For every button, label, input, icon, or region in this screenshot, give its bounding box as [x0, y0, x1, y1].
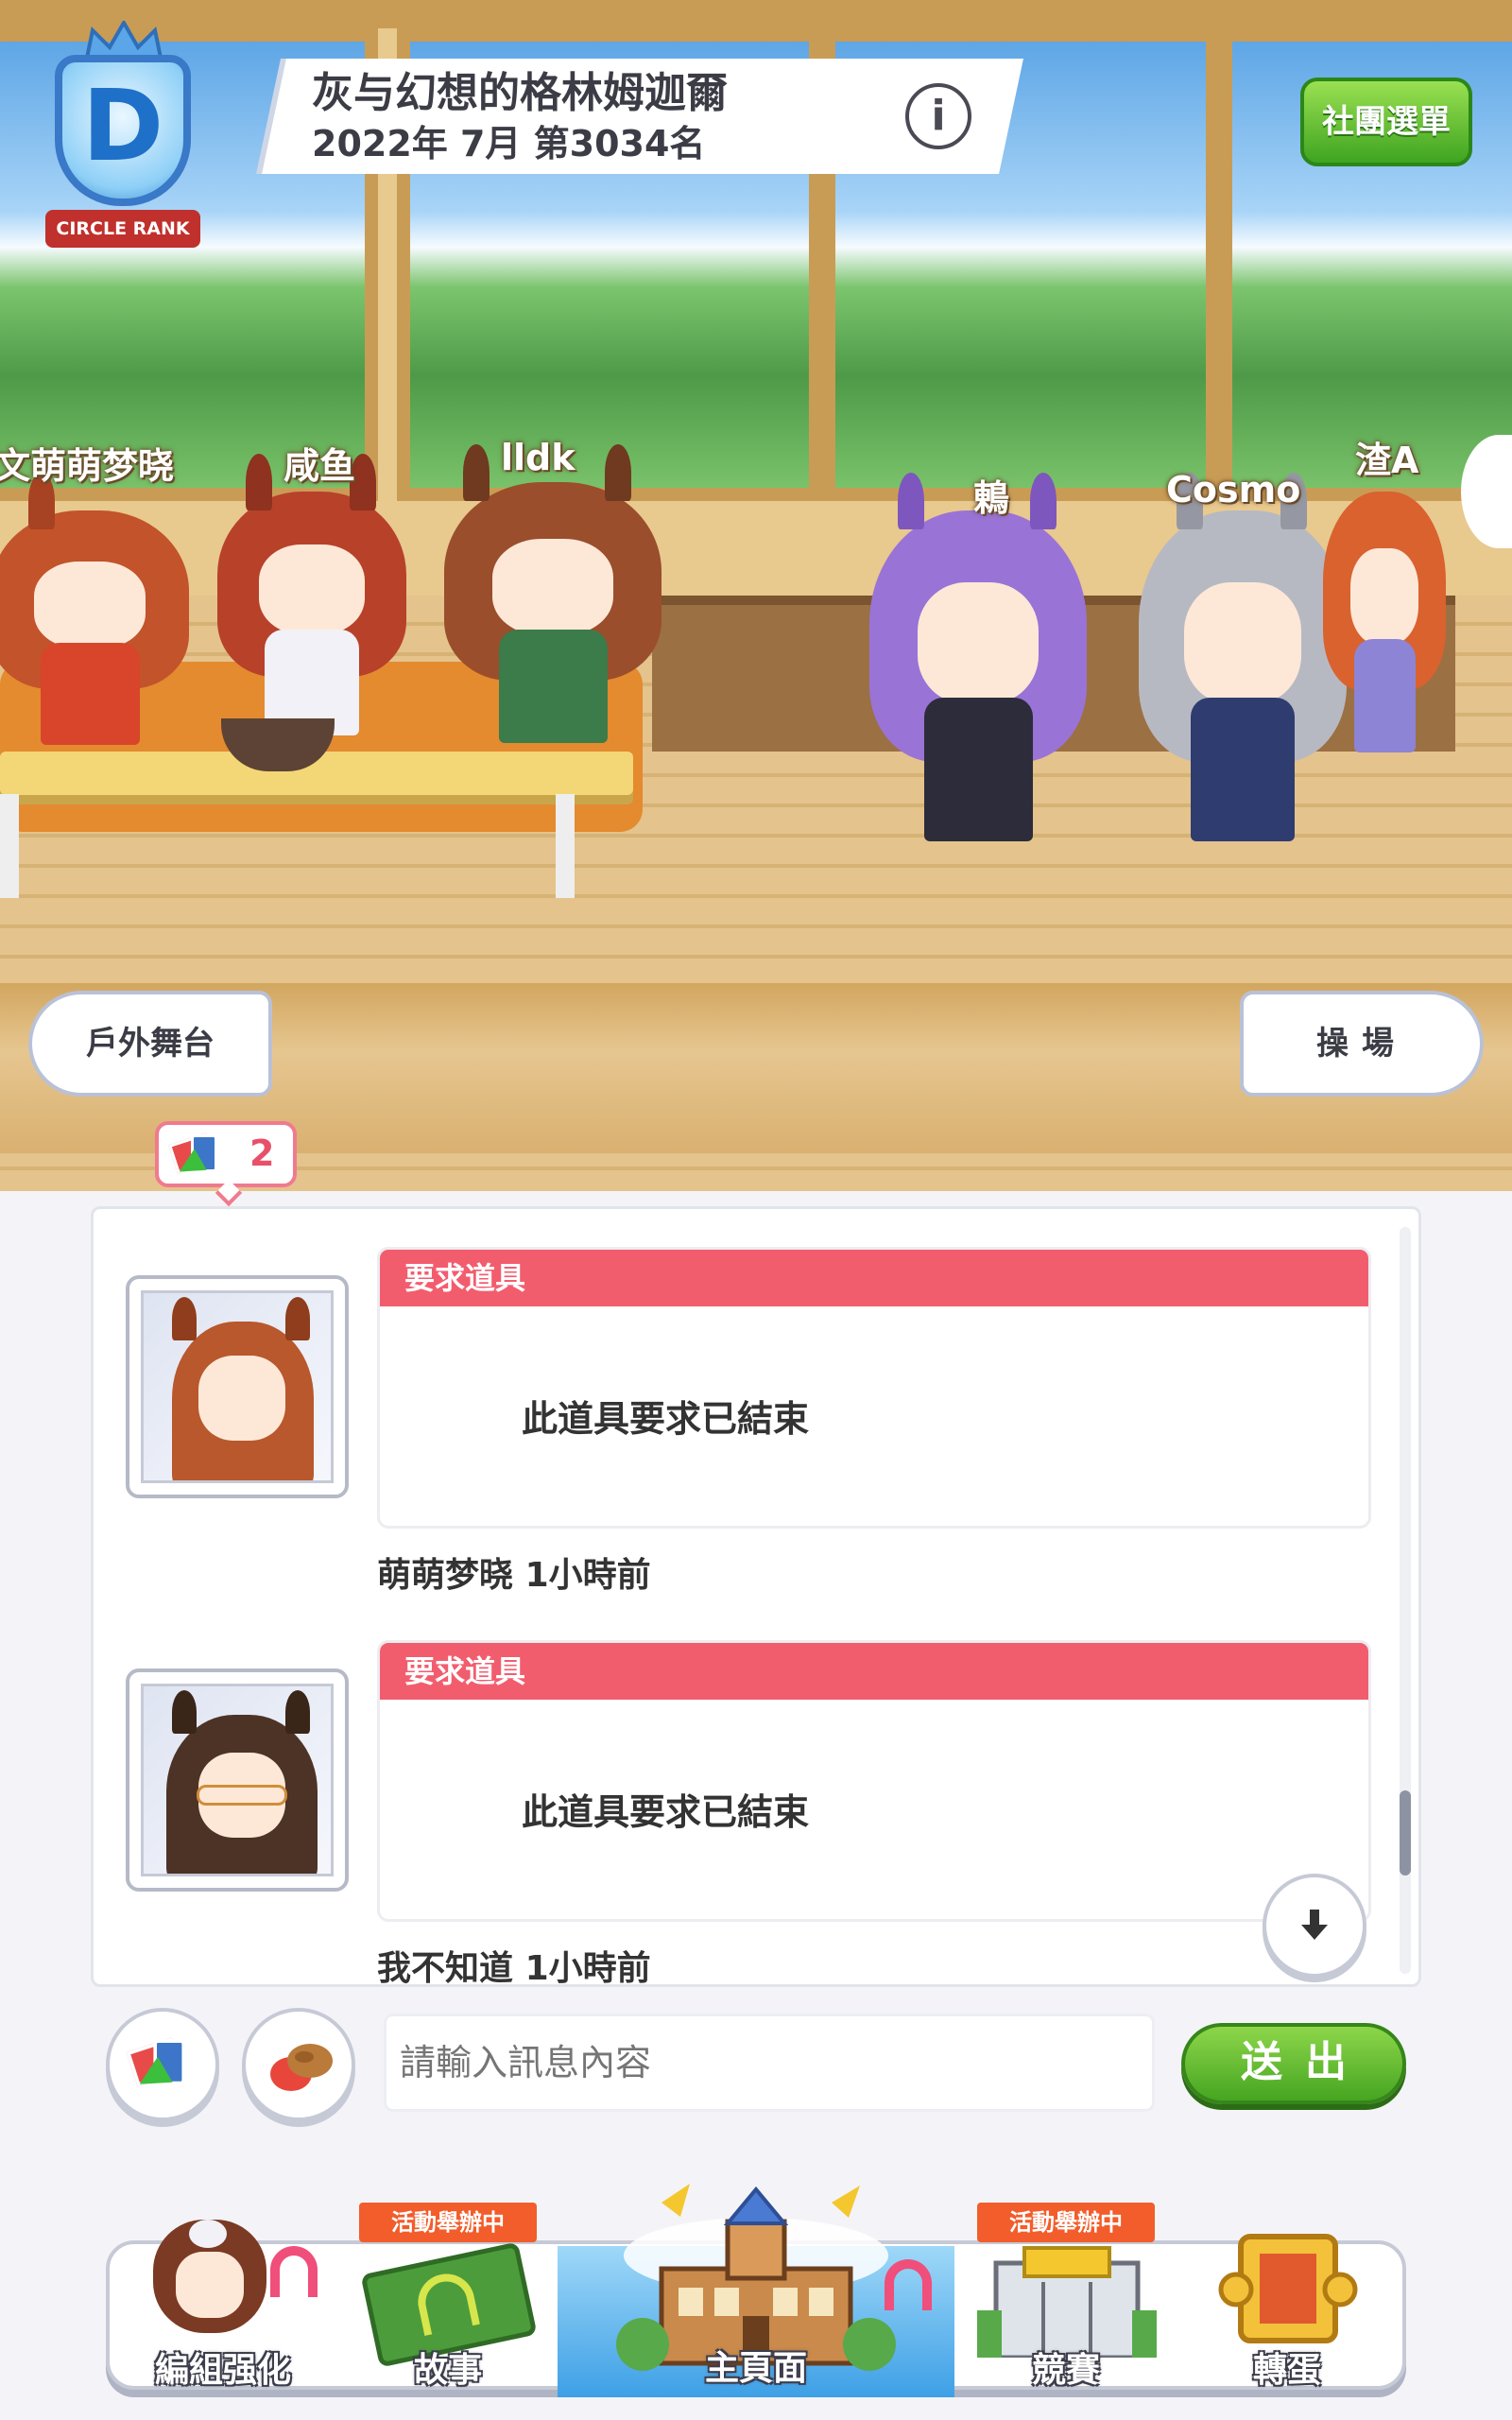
member-name-1: 文萌萌梦晓 — [0, 445, 175, 487]
nav-outdoor-stage-button[interactable]: 戶外舞台 — [28, 991, 272, 1097]
member-character-4[interactable] — [869, 473, 1087, 870]
member-name-6: 渣A — [1355, 440, 1419, 481]
info-button[interactable]: i — [905, 83, 971, 149]
tab-gacha[interactable]: 轉蛋 — [1176, 2203, 1399, 2392]
scroll-to-bottom-button[interactable] — [1263, 1874, 1366, 1978]
event-badge: 活動舉辦中 — [977, 2203, 1155, 2242]
item-request-count: 2 — [249, 1132, 275, 1174]
team-character-icon — [153, 2220, 266, 2342]
member-character-1[interactable] — [0, 473, 189, 766]
nav-playground-button[interactable]: 操場 — [1240, 991, 1484, 1097]
member-name-5: Cosmo — [1166, 469, 1301, 510]
message-meta: 萌萌梦晓 1小時前 — [377, 1547, 651, 1597]
tab-home[interactable]: 主頁面 — [558, 2165, 954, 2397]
member-name-2: 咸鱼 — [284, 445, 356, 487]
member-character-5[interactable] — [1139, 473, 1347, 870]
horseshoe-icon — [885, 2259, 932, 2310]
circle-ranking: 2022年 7月 第3034名 — [312, 123, 706, 164]
item-request-header: 要求道具 — [380, 1250, 1368, 1306]
ceiling-beam — [0, 0, 1512, 28]
badge-tail — [215, 1179, 243, 1207]
tab-label: 主頁面 — [704, 2349, 807, 2388]
race-gate-icon — [977, 2246, 1157, 2358]
item-request-card[interactable]: 要求道具 此道具要求已結束 — [377, 1640, 1371, 1922]
item-request-icon — [126, 2037, 194, 2098]
horseshoe-icon — [270, 2246, 318, 2297]
sender-name: 我不知道 — [377, 1949, 514, 1987]
table-leg — [0, 794, 19, 898]
scrollbar-thumb[interactable] — [1400, 1790, 1411, 1876]
arrow-down-icon — [1301, 1910, 1328, 1940]
gacha-icon — [1218, 2234, 1358, 2343]
sender-name: 萌萌梦晓 — [377, 1556, 514, 1595]
chat-scrollbar[interactable] — [1400, 1227, 1411, 1974]
tab-label: 競賽 — [1031, 2351, 1100, 2390]
member-name-3: lldk — [501, 437, 576, 478]
tab-label: 編組强化 — [154, 2351, 291, 2390]
message-input[interactable] — [384, 2014, 1155, 2112]
table-leg — [556, 794, 575, 898]
tab-story[interactable]: 活動舉辦中 故事 — [336, 2203, 559, 2392]
member-character-3[interactable] — [444, 444, 662, 766]
stamp-button[interactable] — [242, 2008, 355, 2121]
member-character-2[interactable] — [217, 454, 406, 756]
send-button[interactable]: 送出 — [1181, 2023, 1406, 2104]
circle-chat-panel[interactable]: 要求道具 此道具要求已結束 萌萌梦晓 1小時前 要求道具 此道具要求已結束 我不… — [91, 1206, 1421, 1987]
message-time: 1小時前 — [524, 1949, 651, 1987]
tab-label: 轉蛋 — [1252, 2351, 1321, 2390]
message-meta: 我不知道 1小時前 — [377, 1941, 651, 1987]
member-character-6[interactable] — [1323, 492, 1446, 775]
circle-name: 灰与幻想的格林姆迦爾 — [312, 69, 728, 117]
item-request-icon — [168, 1132, 225, 1183]
item-request-header: 要求道具 — [380, 1643, 1368, 1700]
item-request-status: 此道具要求已結束 — [522, 1398, 810, 1440]
item-request-button[interactable] — [106, 2008, 219, 2121]
item-request-count-badge[interactable]: 2 — [155, 1121, 297, 1207]
item-request-status: 此道具要求已結束 — [522, 1791, 810, 1833]
stamp-icon — [270, 2044, 333, 2091]
sender-avatar[interactable] — [126, 1275, 349, 1498]
rank-letter: D — [81, 68, 164, 183]
tab-label: 故事 — [413, 2351, 482, 2390]
chat-message: 要求道具 此道具要求已結束 我不知道 1小時前 — [94, 1640, 1418, 1987]
message-time: 1小時前 — [524, 1556, 651, 1595]
event-badge: 活動舉辦中 — [359, 2203, 537, 2242]
sender-avatar[interactable] — [126, 1668, 349, 1892]
member-name-4: 鶇 — [973, 477, 1010, 519]
tab-race[interactable]: 活動舉辦中 競賽 — [954, 2203, 1177, 2392]
item-request-card[interactable]: 要求道具 此道具要求已結束 — [377, 1247, 1371, 1529]
rank-ribbon: CIRCLE RANK — [45, 210, 200, 248]
circle-rank-badge[interactable]: D CIRCLE RANK — [38, 21, 208, 248]
circle-menu-button[interactable]: 社團選單 — [1300, 78, 1472, 166]
tab-team-enhance[interactable]: 編組强化 — [112, 2203, 335, 2392]
chat-message: 要求道具 此道具要求已結束 萌萌梦晓 1小時前 — [94, 1247, 1418, 1625]
